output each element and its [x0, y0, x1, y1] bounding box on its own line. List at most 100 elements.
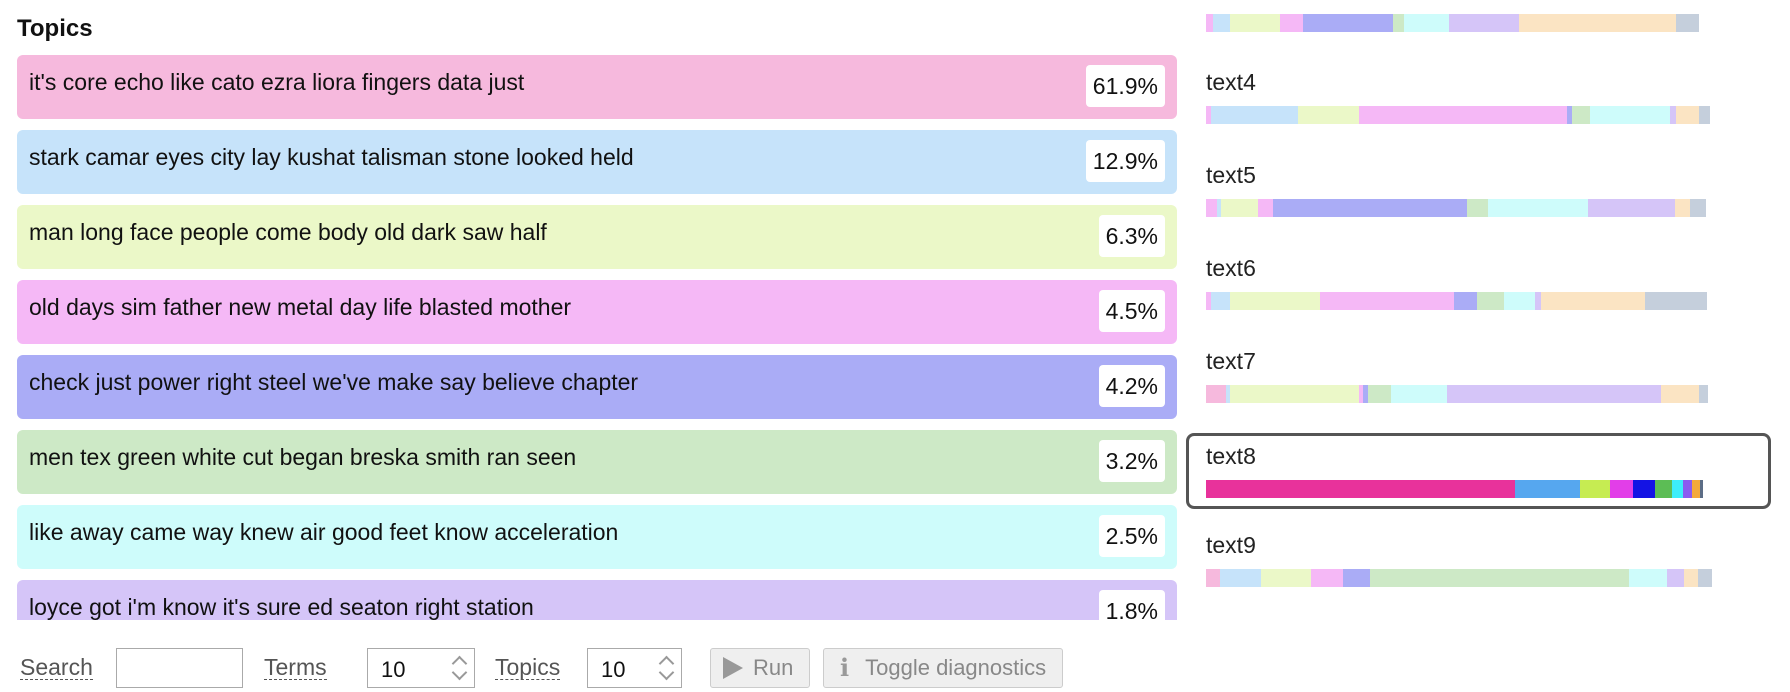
documents-panel: text4 text5 text6 text7 text8 text9 [1186, 0, 1786, 692]
topic-segment [1212, 14, 1230, 32]
topic-segment [1660, 385, 1699, 403]
topic-distribution-bar [1206, 106, 1768, 124]
controls-bar: Search Terms 10 Topics 10 Run i Toggle di… [17, 645, 1117, 690]
document-row[interactable]: text6 [1196, 248, 1781, 324]
topic-terms: men tex green white cut began breska smi… [29, 444, 577, 470]
play-icon [723, 657, 743, 679]
search-label[interactable]: Search [20, 655, 93, 680]
topic-terms: loyce got i'm know it's sure ed seaton r… [29, 594, 534, 620]
topic-percentage: 1.8% [1098, 590, 1165, 620]
topic-segment [1683, 480, 1692, 498]
search-input[interactable] [116, 648, 243, 688]
topic-segment [1453, 292, 1478, 310]
terms-label[interactable]: Terms [264, 655, 327, 680]
topic-segment [1206, 569, 1221, 587]
topic-segment [1392, 14, 1404, 32]
topic-percentage: 6.3% [1098, 215, 1165, 257]
topic-segment [1676, 14, 1699, 32]
document-row[interactable] [1196, 0, 1781, 46]
topics-list: it's core echo like cato ezra liora fing… [17, 55, 1177, 620]
topic-segment [1320, 292, 1454, 310]
topic-segment [1519, 14, 1677, 32]
topic-segment [1590, 106, 1671, 124]
document-name: text5 [1206, 162, 1256, 188]
topic-segment [1206, 199, 1218, 217]
topic-segment [1343, 569, 1371, 587]
topics-value: 10 [601, 657, 626, 682]
topic-segment [1220, 569, 1261, 587]
run-label: Run [753, 655, 794, 680]
topic-segment [1466, 199, 1488, 217]
topics-panel: Topics it's core echo like cato ezra lio… [17, 0, 1177, 688]
topic-percentage: 4.2% [1098, 365, 1165, 407]
topic-row[interactable]: old days sim father new metal day life b… [17, 280, 1177, 344]
topic-segment [1447, 385, 1661, 403]
topic-segment [1515, 480, 1580, 498]
stepper-arrows-icon[interactable] [658, 652, 675, 684]
topic-segment [1229, 14, 1281, 32]
topic-segment [1699, 106, 1710, 124]
topic-distribution-bar [1206, 569, 1768, 587]
topic-segment [1206, 480, 1516, 498]
topic-segment [1280, 14, 1303, 32]
topic-segment [1311, 569, 1344, 587]
topic-distribution-bar [1206, 14, 1768, 32]
topic-segment [1587, 199, 1676, 217]
topic-distribution-bar [1206, 385, 1768, 403]
topic-segment [1632, 480, 1656, 498]
topic-segment [1666, 569, 1684, 587]
topic-segment [1697, 569, 1712, 587]
topic-segment [1610, 480, 1633, 498]
topic-segment [1691, 480, 1700, 498]
run-button[interactable]: Run [710, 648, 811, 688]
topic-segment [1675, 106, 1700, 124]
stepper-arrows-icon[interactable] [451, 652, 468, 684]
topic-percentage: 3.2% [1098, 440, 1165, 482]
document-name: text6 [1206, 255, 1256, 281]
topic-segment [1675, 199, 1690, 217]
topic-distribution-bar [1206, 480, 1766, 498]
topic-segment [1698, 385, 1708, 403]
topic-percentage: 4.5% [1098, 290, 1165, 332]
topic-percentage: 12.9% [1085, 140, 1165, 182]
topic-row[interactable]: it's core echo like cato ezra liora fing… [17, 55, 1177, 119]
topic-row[interactable]: stark camar eyes city lay kushat talisma… [17, 130, 1177, 194]
document-row[interactable]: text8 [1186, 433, 1771, 509]
document-row[interactable]: text4 [1196, 62, 1781, 138]
document-name: text4 [1206, 69, 1256, 95]
topic-row[interactable]: man long face people come body old dark … [17, 205, 1177, 269]
topics-stepper[interactable]: 10 [587, 648, 682, 688]
topic-terms: man long face people come body old dark … [29, 219, 547, 245]
topic-segment [1448, 14, 1520, 32]
topic-terms: it's core echo like cato ezra liora fing… [29, 69, 525, 95]
document-row[interactable]: text9 [1196, 525, 1781, 601]
topic-row[interactable]: loyce got i'm know it's sure ed seaton r… [17, 580, 1177, 620]
topic-row[interactable]: men tex green white cut began breska smi… [17, 430, 1177, 494]
topics-label[interactable]: Topics [495, 655, 561, 680]
document-row[interactable]: text7 [1196, 341, 1781, 417]
topic-segment [1683, 569, 1698, 587]
terms-stepper[interactable]: 10 [367, 648, 475, 688]
topic-segment [1206, 385, 1226, 403]
topic-row[interactable]: like away came way knew air good feet kn… [17, 505, 1177, 569]
topic-row[interactable]: check just power right steel we've make … [17, 355, 1177, 419]
document-row[interactable]: text5 [1196, 155, 1781, 231]
topic-segment [1689, 199, 1706, 217]
terms-value: 10 [381, 657, 406, 682]
topic-segment [1230, 385, 1360, 403]
topic-segment [1206, 14, 1213, 32]
topic-segment [1699, 480, 1704, 498]
topic-terms: like away came way knew air good feet kn… [29, 519, 619, 545]
toggle-diagnostics-label: Toggle diagnostics [865, 655, 1047, 680]
document-name: text7 [1206, 348, 1256, 374]
topic-percentage: 2.5% [1098, 515, 1165, 557]
topic-segment [1390, 385, 1448, 403]
info-icon: i [840, 653, 850, 682]
topic-segment [1644, 292, 1707, 310]
topic-segment [1260, 569, 1312, 587]
topic-segment [1210, 292, 1231, 310]
topic-percentage: 61.9% [1085, 65, 1165, 107]
toggle-diagnostics-button[interactable]: i Toggle diagnostics [823, 648, 1064, 688]
topic-segment [1302, 14, 1393, 32]
topic-segment [1230, 292, 1321, 310]
